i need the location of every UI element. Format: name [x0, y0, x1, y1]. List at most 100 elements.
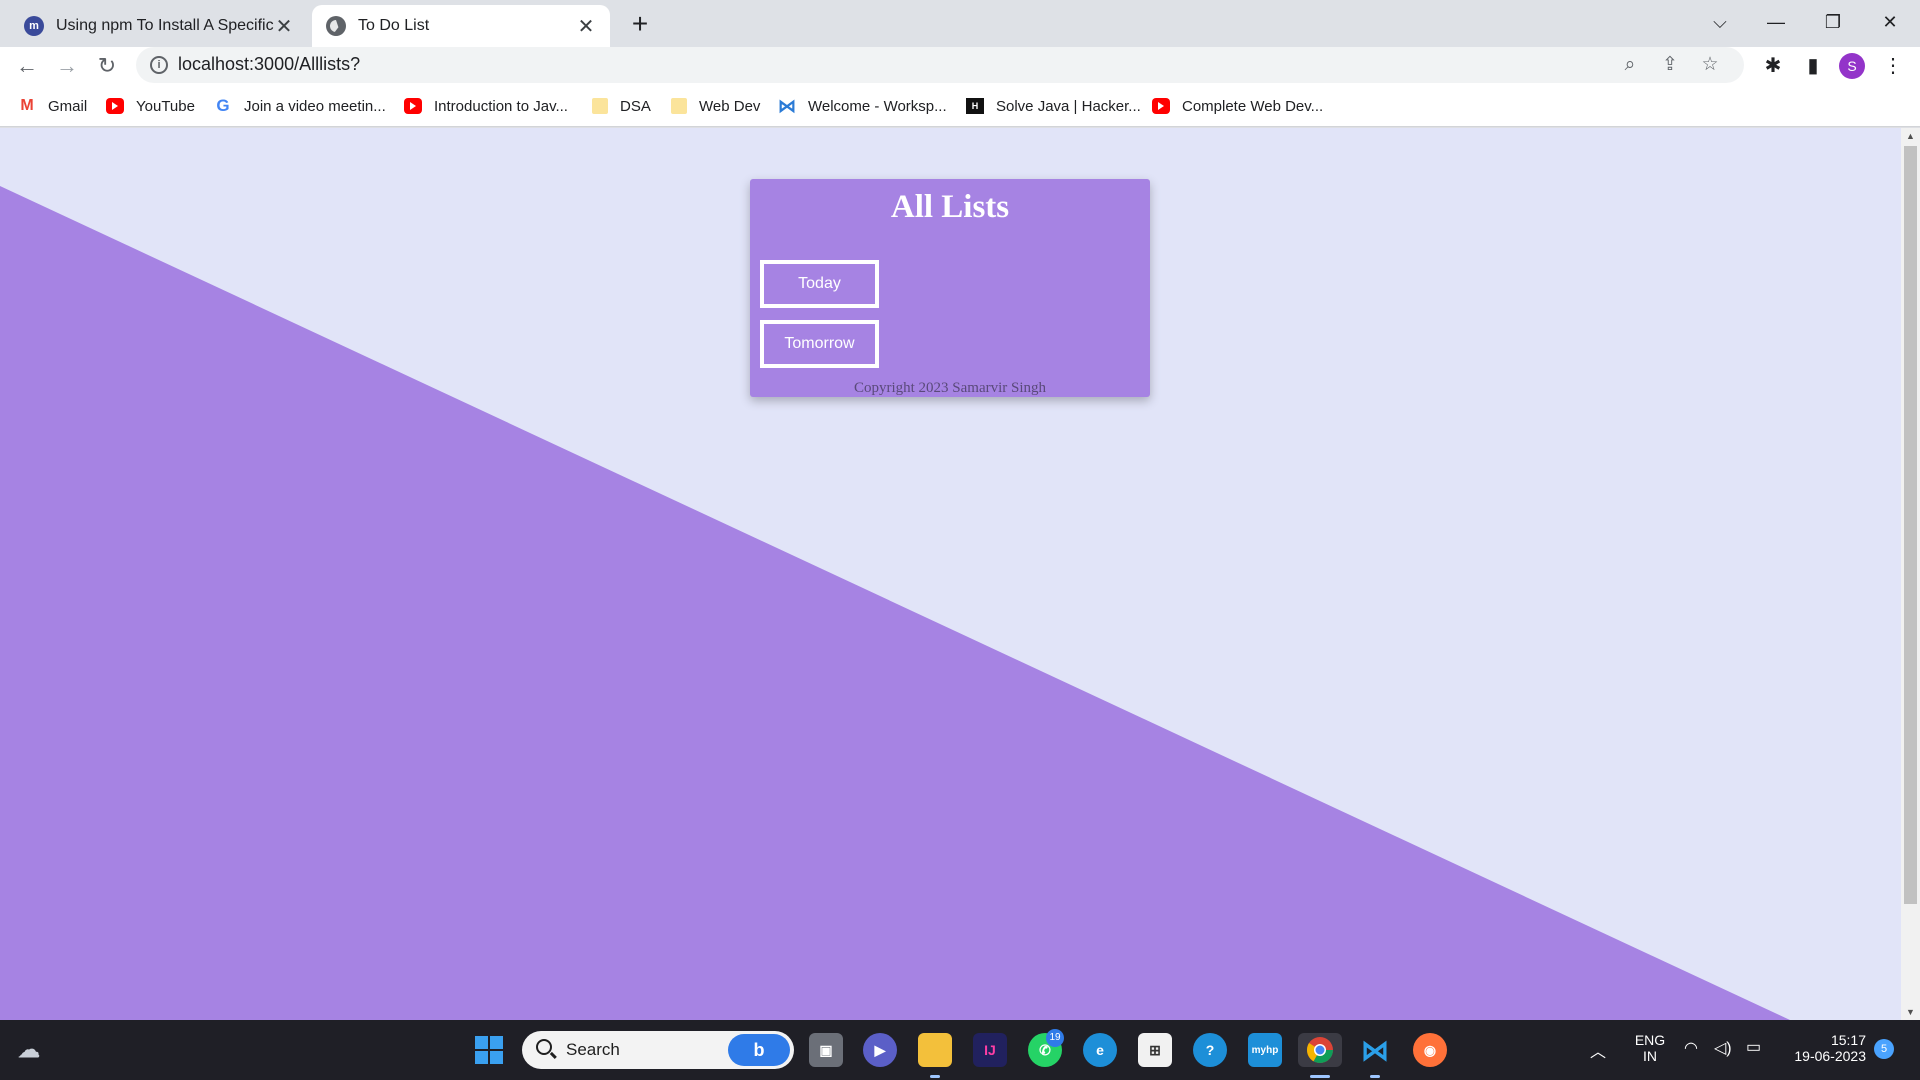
- bookmark-label: Complete Web Dev...: [1182, 97, 1324, 115]
- bookmark-folder-webdev[interactable]: Web Dev: [671, 96, 760, 116]
- bookmark-vscode[interactable]: ⋈ Welcome - Worksp...: [778, 96, 947, 116]
- google-icon: G: [216, 96, 230, 115]
- bookmark-label: Join a video meetin...: [244, 97, 386, 115]
- minimize-button[interactable]: —: [1756, 6, 1796, 38]
- show-hidden-icons-chevron-icon[interactable]: ︿: [1590, 1038, 1606, 1062]
- scroll-down-arrow-icon[interactable]: ▼: [1901, 1004, 1920, 1020]
- bookmark-label: Gmail: [48, 97, 88, 115]
- profile-avatar[interactable]: S: [1839, 53, 1865, 79]
- tab-todo-list[interactable]: To Do List ✕: [312, 5, 610, 47]
- vscode-icon: ⋈: [778, 95, 796, 116]
- bookmark-hackerrank[interactable]: H Solve Java | Hacker...: [966, 96, 1141, 116]
- npm-favicon-icon: m: [24, 16, 44, 36]
- search-label: Search: [566, 1040, 620, 1059]
- start-button[interactable]: [472, 1033, 506, 1067]
- bookmark-intro-java[interactable]: Introduction to Jav...: [404, 96, 568, 116]
- tab-search-chevron-icon[interactable]: ⌵: [1700, 6, 1740, 38]
- bookmark-label: Web Dev: [699, 97, 761, 115]
- bookmark-label: Introduction to Jav...: [434, 97, 568, 115]
- firefox-icon[interactable]: ◉: [1413, 1033, 1447, 1067]
- bookmark-label: Welcome - Worksp...: [808, 97, 947, 115]
- close-tab-icon[interactable]: ✕: [274, 14, 294, 39]
- bookmarks-bar: M Gmail YouTube G Join a video meetin...…: [0, 84, 1920, 127]
- language-indicator[interactable]: ENG IN: [1630, 1032, 1670, 1064]
- restore-button[interactable]: ❐: [1813, 6, 1853, 38]
- whatsapp-badge: 19: [1046, 1029, 1064, 1047]
- windows-logo-icon: [475, 1036, 503, 1064]
- youtube-icon: [1152, 98, 1170, 114]
- address-bar[interactable]: i localhost:3000/Alllists? ⌕ ⇪ ☆: [136, 47, 1744, 83]
- wifi-icon[interactable]: ◠: [1684, 1038, 1698, 1058]
- reload-button[interactable]: ↻: [90, 49, 124, 83]
- tab-title: Using npm To Install A Specific V: [56, 17, 274, 34]
- browser-toolbar: ← → ↻ i localhost:3000/Alllists? ⌕ ⇪ ☆ ✱…: [0, 47, 1920, 84]
- gmail-icon: M: [18, 97, 36, 114]
- bookmark-label: YouTube: [136, 97, 195, 115]
- teams-chat-icon[interactable]: ▶: [863, 1033, 897, 1067]
- url-text[interactable]: localhost:3000/Alllists?: [178, 54, 360, 75]
- bookmark-complete-webdev[interactable]: Complete Web Dev...: [1152, 96, 1323, 116]
- bookmark-folder-dsa[interactable]: DSA: [592, 96, 651, 116]
- vertical-scrollbar[interactable]: ▲ ▼: [1901, 128, 1920, 1020]
- weather-icon[interactable]: ☁: [12, 1033, 46, 1067]
- scrollbar-thumb[interactable]: [1904, 146, 1917, 904]
- page-title: All Lists: [890, 189, 1010, 225]
- bookmark-youtube[interactable]: YouTube: [106, 96, 195, 116]
- volume-icon[interactable]: ◁): [1714, 1038, 1732, 1058]
- globe-icon: [326, 16, 346, 36]
- bookmark-meet[interactable]: G Join a video meetin...: [214, 96, 386, 116]
- share-icon[interactable]: ⇪: [1656, 51, 1684, 79]
- chrome-logo-icon: [1306, 1037, 1334, 1064]
- bookmark-gmail[interactable]: M Gmail: [18, 96, 87, 116]
- bookmark-star-icon[interactable]: ☆: [1696, 51, 1724, 79]
- list-button-today[interactable]: Today: [760, 260, 879, 308]
- forward-button[interactable]: →: [50, 49, 84, 83]
- edge-icon[interactable]: e: [1083, 1033, 1117, 1067]
- folder-icon: [671, 98, 687, 114]
- list-button-tomorrow[interactable]: Tomorrow: [760, 320, 879, 368]
- youtube-icon: [404, 98, 422, 114]
- running-indicator: [1370, 1075, 1380, 1078]
- clock-date: 19-06-2023: [1794, 1048, 1866, 1064]
- zoom-icon[interactable]: ⌕: [1616, 51, 1644, 79]
- battery-icon[interactable]: ▭: [1746, 1037, 1761, 1057]
- site-info-icon[interactable]: i: [150, 56, 168, 74]
- page-viewport: All Lists Today Tomorrow Copyright 2023 …: [0, 128, 1920, 1020]
- back-button[interactable]: ←: [10, 49, 44, 83]
- new-tab-button[interactable]: +: [624, 9, 656, 41]
- bookmark-label: DSA: [620, 97, 651, 115]
- store-icon[interactable]: ⊞: [1138, 1033, 1172, 1067]
- running-indicator: [930, 1075, 940, 1078]
- bookmark-label: Solve Java | Hacker...: [996, 97, 1141, 115]
- chrome-icon[interactable]: [1298, 1033, 1342, 1067]
- windows-taskbar: ☁ Search b ▣ ▶ IJ ✆ 19 e ⊞ ? myhp ⋈ ◉ ︿ …: [0, 1020, 1920, 1080]
- copyright-footer: Copyright 2023 Samarvir Singh: [853, 380, 1047, 396]
- taskbar-search-box[interactable]: Search b: [522, 1031, 794, 1069]
- myhp-icon[interactable]: myhp: [1248, 1033, 1282, 1067]
- youtube-icon: [106, 98, 124, 114]
- active-indicator: [1310, 1075, 1330, 1078]
- close-window-button[interactable]: ✕: [1870, 6, 1910, 38]
- region-label: IN: [1643, 1048, 1657, 1064]
- scroll-up-arrow-icon[interactable]: ▲: [1901, 128, 1920, 144]
- clock[interactable]: 15:17 19-06-2023: [1782, 1032, 1866, 1064]
- bing-icon[interactable]: b: [728, 1034, 790, 1066]
- tab-title: To Do List: [358, 17, 430, 34]
- extensions-icon[interactable]: ✱: [1756, 49, 1790, 83]
- tab-strip: m Using npm To Install A Specific V ✕ To…: [0, 0, 1920, 47]
- intellij-icon[interactable]: IJ: [973, 1033, 1007, 1067]
- menu-icon[interactable]: ⋮: [1876, 49, 1910, 83]
- tab-npm-article[interactable]: m Using npm To Install A Specific V ✕: [10, 5, 308, 47]
- close-tab-icon[interactable]: ✕: [576, 14, 596, 39]
- folder-icon: [592, 98, 608, 114]
- all-lists-card: All Lists Today Tomorrow Copyright 2023 …: [750, 179, 1150, 397]
- clock-time: 15:17: [1830, 1032, 1866, 1048]
- language-label: ENG: [1634, 1032, 1666, 1048]
- task-view-icon[interactable]: ▣: [809, 1033, 843, 1067]
- file-explorer-icon[interactable]: [918, 1033, 952, 1067]
- notification-badge[interactable]: 5: [1874, 1039, 1894, 1059]
- vscode-taskbar-icon[interactable]: ⋈: [1358, 1033, 1392, 1067]
- search-icon: [536, 1039, 552, 1055]
- help-icon[interactable]: ?: [1193, 1033, 1227, 1067]
- side-panel-icon[interactable]: ▮: [1796, 49, 1830, 83]
